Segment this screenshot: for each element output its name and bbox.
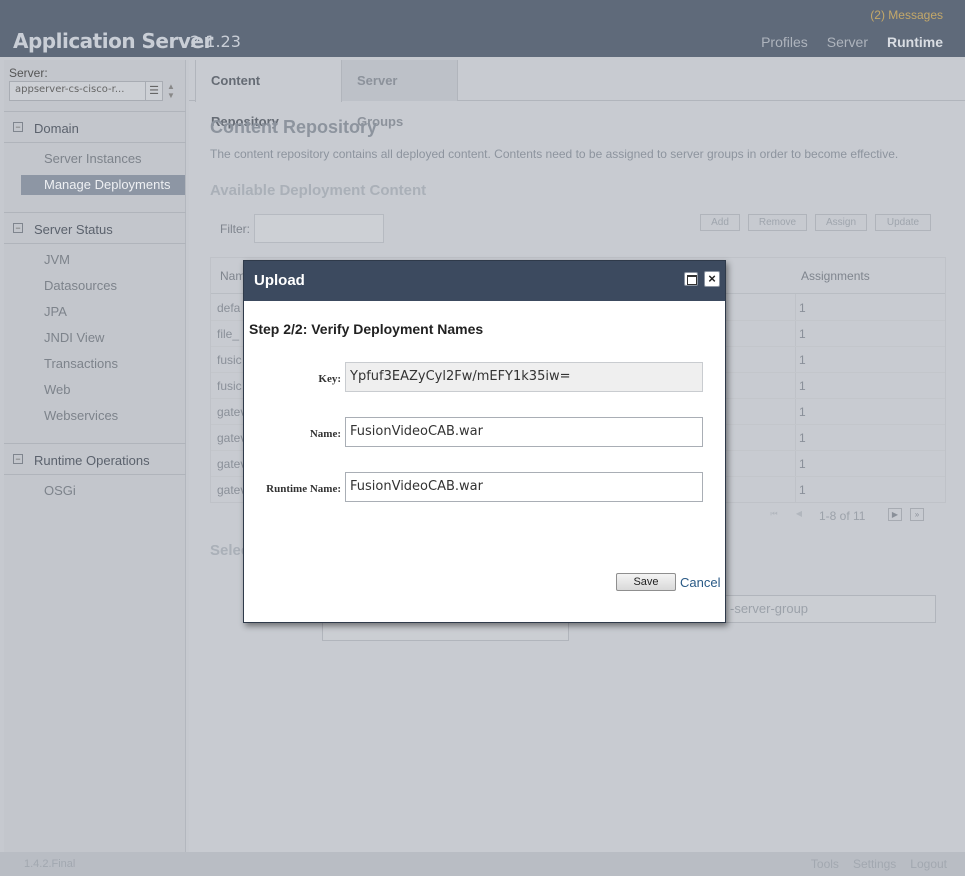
upload-dialog: Upload × Step 2/2: Verify Deployment Nam…	[243, 260, 726, 623]
prev-page-icon[interactable]: ◀	[792, 508, 806, 521]
footer: 1.4.2.Final Tools Settings Logout	[0, 852, 965, 876]
page-title: Content Repository	[210, 117, 378, 137]
group-title: Domain	[34, 121, 79, 136]
nav-profiles[interactable]: Profiles	[761, 34, 808, 50]
selected-groups-list[interactable]: -server-group	[725, 595, 936, 623]
sidebar-item-manage-deployments[interactable]: Manage Deployments	[21, 175, 185, 195]
update-button[interactable]: Update	[875, 214, 931, 231]
cell-assignments: 1	[799, 405, 806, 419]
assign-button[interactable]: Assign	[815, 214, 867, 231]
group-title: Server Status	[34, 222, 113, 237]
app-version: 2.1.23	[190, 32, 241, 51]
next-page-icon[interactable]: ▶	[888, 508, 902, 521]
step-title: Step 2/2: Verify Deployment Names	[249, 321, 484, 337]
collapse-icon[interactable]: −	[13, 122, 23, 132]
dialog-title: Upload	[254, 272, 305, 289]
save-button[interactable]: Save	[616, 573, 676, 591]
collapse-icon[interactable]: −	[13, 454, 23, 464]
dialog-header[interactable]: Upload ×	[244, 261, 725, 301]
runtime-name-label: Runtime Name:	[266, 483, 341, 495]
cell-assignments: 1	[799, 483, 806, 497]
sidebar-item-webservices[interactable]: Webservices	[21, 406, 185, 426]
tools-link[interactable]: Tools	[811, 857, 839, 871]
sidebar-item-osgi[interactable]: OSGi	[21, 481, 185, 501]
settings-link[interactable]: Settings	[853, 857, 896, 871]
cell-assignments: 1	[799, 457, 806, 471]
list-icon[interactable]: ☰	[145, 82, 162, 100]
group-runtime-operations[interactable]: − Runtime Operations	[4, 443, 186, 475]
maximize-icon[interactable]	[684, 272, 698, 286]
app-brand: Application Server	[13, 29, 213, 53]
cell-assignments: 1	[799, 353, 806, 367]
app-header: Application Server 2.1.23 (2) Messages P…	[0, 0, 965, 57]
server-label: Server:	[9, 66, 48, 80]
pager-text: 1-8 of 11	[819, 509, 866, 523]
sidebar-item-jvm[interactable]: JVM	[21, 250, 185, 270]
group-server-status[interactable]: − Server Status	[4, 212, 186, 244]
footer-links: Tools Settings Logout	[811, 857, 947, 871]
tab-bar: Content Repository Server Groups	[189, 60, 965, 129]
sidebar-item-transactions[interactable]: Transactions	[21, 354, 185, 374]
sidebar-item-server-instances[interactable]: Server Instances	[21, 149, 185, 169]
footer-version: 1.4.2.Final	[24, 858, 76, 870]
collapse-icon[interactable]: −	[13, 223, 23, 233]
name-label: Name:	[309, 428, 341, 440]
sidebar-item-jndi-view[interactable]: JNDI View	[21, 328, 185, 348]
section-title: Available Deployment Content	[210, 182, 427, 199]
nav-runtime[interactable]: Runtime	[887, 34, 943, 50]
filter-label: Filter:	[220, 222, 250, 236]
group-domain[interactable]: − Domain	[4, 111, 186, 143]
column-assignments-header[interactable]: Assignments	[801, 269, 870, 283]
nav-server[interactable]: Server	[827, 34, 868, 50]
sidebar-item-datasources[interactable]: Datasources	[21, 276, 185, 296]
name-field[interactable]: FusionVideoCAB.war	[345, 417, 703, 447]
remove-button[interactable]: Remove	[748, 214, 807, 231]
column-name-header[interactable]: Nam	[220, 269, 245, 283]
cell-assignments: 1	[799, 327, 806, 341]
runtime-name-field[interactable]: FusionVideoCAB.war	[345, 472, 703, 502]
key-label: Key:	[318, 373, 341, 385]
close-icon[interactable]: ×	[704, 271, 720, 287]
tab-server-groups[interactable]: Server Groups	[342, 60, 458, 129]
last-page-icon[interactable]: »	[910, 508, 924, 521]
key-field: Ypfuf3EAZyCyl2Fw/mEFY1k35iw=	[345, 362, 703, 392]
tab-content-repository[interactable]: Content Repository	[195, 60, 342, 129]
sidebar: Server: appserver-cs-cisco-r... ☰ ▲ ▼ − D…	[4, 60, 186, 852]
server-select[interactable]: appserver-cs-cisco-r...	[9, 81, 163, 101]
logout-link[interactable]: Logout	[910, 857, 947, 871]
spinner-arrows-icon[interactable]: ▲ ▼	[167, 82, 175, 100]
group-title: Runtime Operations	[34, 453, 150, 468]
filter-input[interactable]	[254, 214, 384, 243]
cell-assignments: 1	[799, 431, 806, 445]
sidebar-item-jpa[interactable]: JPA	[21, 302, 185, 322]
page-description: The content repository contains all depl…	[210, 147, 899, 161]
sidebar-item-web[interactable]: Web	[21, 380, 185, 400]
cancel-link[interactable]: Cancel	[680, 575, 720, 590]
cell-assignments: 1	[799, 301, 806, 315]
add-button[interactable]: Add	[700, 214, 740, 231]
cell-assignments: 1	[799, 379, 806, 393]
top-nav: Profiles Server Runtime	[761, 34, 943, 50]
messages-link[interactable]: (2) Messages	[870, 8, 943, 22]
first-page-icon[interactable]: ⏮	[767, 508, 781, 521]
